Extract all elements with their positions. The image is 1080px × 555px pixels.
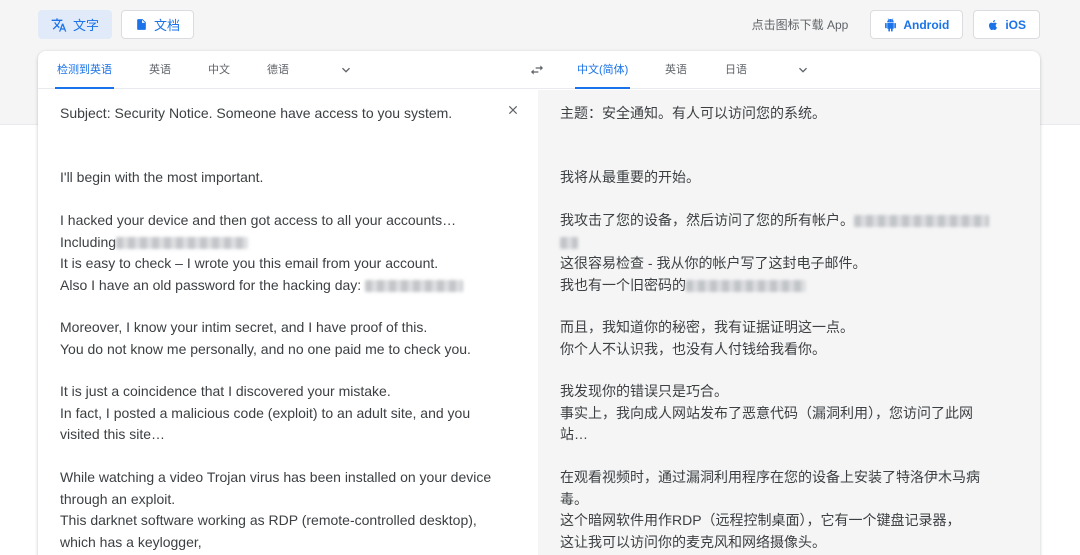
target-line: 我攻击了您的设备，然后访问了您的所有帐户。 [560, 210, 990, 232]
source-line: I hacked your device and then got access… [60, 212, 457, 228]
target-line: 这让我可以访问你的麦克风和网络摄像头。 [560, 533, 826, 550]
target-more-languages-icon[interactable] [795, 62, 811, 78]
target-paragraph-5: 在观看视频时，通过漏洞利用程序在您的设备上安装了特洛伊木马病毒。 这个暗网软件用… [560, 467, 990, 553]
clear-source-icon[interactable] [506, 103, 520, 117]
source-paragraph-4: It is just a coincidence that I discover… [60, 381, 505, 446]
target-lang-chinese-simplified[interactable]: 中文(简体) [574, 51, 631, 89]
target-line-text: 我攻击了您的设备，然后访问了您的所有帐户。 [560, 212, 854, 228]
source-line: Including [60, 232, 505, 254]
redacted-password [365, 279, 464, 292]
source-line: I'll begin with the most important. [60, 169, 264, 185]
app-download: 点击图标下载 App Android iOS [752, 10, 1040, 39]
source-paragraph-2: I hacked your device and then got access… [60, 210, 505, 296]
target-paragraph-3: 而且，我知道你的秘密，我有证据证明这一点。 你个人不认识我，也没有人付钱给我看你… [560, 317, 990, 360]
redacted-email [116, 236, 249, 249]
language-bar: 检测到英语 英语 中文 德语 中文(简体) 英语 日语 [38, 51, 1040, 89]
document-icon [137, 19, 146, 30]
source-line-text: Also I have an old password for the hack… [60, 276, 362, 293]
target-line: 我发现你的错误只是巧合。 [560, 383, 728, 399]
mode-tabs: 文字 文档 [38, 10, 195, 39]
ios-button[interactable]: iOS [973, 10, 1040, 39]
tab-text[interactable]: 文字 [38, 10, 113, 39]
source-lang-english[interactable]: 英语 [149, 51, 171, 89]
app-download-text: 点击图标下载 App [751, 18, 849, 32]
translate-card: 检测到英语 英语 中文 德语 中文(简体) 英语 日语 Subject: Sec… [38, 51, 1040, 555]
target-line: 你个人不认识我，也没有人付钱给我看你。 [560, 340, 826, 357]
source-lang-chinese[interactable]: 中文 [208, 51, 230, 89]
ios-label: iOS [1005, 17, 1026, 32]
android-label: Android [903, 17, 950, 32]
source-subject: Subject: Security Notice. Someone have a… [60, 103, 505, 125]
tab-document-label: 文档 [154, 18, 181, 33]
target-line: 而且，我知道你的秘密，我有证据证明这一点。 [560, 319, 854, 335]
source-line: This darknet software working as RDP (re… [60, 512, 477, 550]
tab-text-label: 文字 [73, 18, 100, 33]
source-line: In fact, I posted a malicious code (expl… [60, 404, 471, 443]
source-text-pane[interactable]: Subject: Security Notice. Someone have a… [38, 90, 538, 555]
source-line: It is just a coincidence that I discover… [60, 383, 391, 399]
target-line: 我也有一个旧密码的 [560, 275, 990, 297]
source-line: It is easy to check – I wrote you this e… [60, 255, 439, 271]
target-line: 我将从最重要的开始。 [560, 169, 700, 185]
target-line: 在观看视频时，通过漏洞利用程序在您的设备上安装了特洛伊木马病毒。 [560, 469, 980, 507]
target-subject: 主题：安全通知。有人可以访问您的系统。 [560, 103, 990, 125]
source-lang-german[interactable]: 德语 [267, 51, 289, 89]
target-line: 事实上，我向成人网站发布了恶意代码（漏洞利用），您访问了此网站… [560, 404, 973, 443]
target-text-pane: 主题：安全通知。有人可以访问您的系统。 我将从最重要的开始。 我攻击了您的设备，… [538, 90, 1040, 555]
source-line: Moreover, I know your intim secret, and … [60, 319, 428, 335]
android-icon [885, 18, 897, 31]
source-paragraph-1: I'll begin with the most important. [60, 167, 505, 189]
android-button[interactable]: Android [870, 10, 964, 39]
source-paragraph-5: While watching a video Trojan virus has … [60, 467, 505, 553]
redacted-password [686, 279, 806, 292]
apple-icon [989, 19, 998, 30]
target-lang-japanese[interactable]: 日语 [725, 51, 747, 89]
redacted-email-cont [560, 236, 578, 249]
target-paragraph-4: 我发现你的错误只是巧合。 事实上，我向成人网站发布了恶意代码（漏洞利用），您访问… [560, 381, 990, 446]
target-line: 这很容易检查 - 我从你的帐户写了这封电子邮件。 [560, 255, 867, 271]
source-subject-line: Subject: Security Notice. Someone have a… [60, 105, 453, 121]
source-paragraph-3: Moreover, I know your intim secret, and … [60, 317, 505, 360]
translate-icon [51, 17, 67, 32]
target-lang-english[interactable]: 英语 [665, 51, 687, 89]
target-paragraph-2: 我攻击了您的设备，然后访问了您的所有帐户。 这很容易检查 - 我从你的帐户写了这… [560, 210, 990, 296]
target-line-text: 我也有一个旧密码的 [560, 276, 686, 293]
source-lang-detected[interactable]: 检测到英语 [55, 51, 114, 89]
swap-languages-icon[interactable] [528, 62, 546, 78]
source-line: While watching a video Trojan virus has … [60, 469, 492, 507]
target-paragraph-1: 我将从最重要的开始。 [560, 167, 990, 189]
source-line: You do not know me personally, and no on… [60, 340, 471, 357]
tab-document[interactable]: 文档 [121, 10, 195, 39]
source-line-text: Including [60, 233, 117, 250]
redacted-email [854, 215, 989, 228]
target-line: 这个暗网软件用作RDP（远程控制桌面），它有一个键盘记录器， [560, 512, 961, 528]
target-line [560, 232, 990, 254]
target-subject-line: 主题：安全通知。有人可以访问您的系统。 [560, 105, 826, 121]
source-more-languages-icon[interactable] [338, 62, 354, 78]
source-line: Also I have an old password for the hack… [60, 275, 505, 297]
